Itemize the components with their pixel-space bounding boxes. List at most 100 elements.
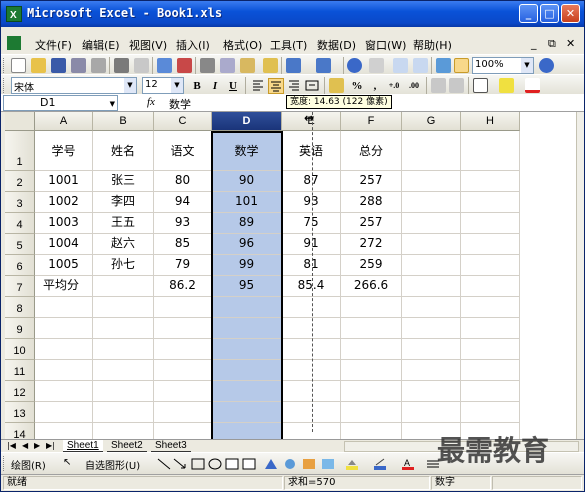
fill-color-icon[interactable]	[499, 78, 514, 93]
cell-d3[interactable]: 101	[212, 192, 282, 213]
cell-f10[interactable]	[341, 339, 402, 360]
toolbar-grip[interactable]	[3, 456, 6, 471]
column-header-c[interactable]: C	[154, 112, 212, 131]
cell-f12[interactable]	[341, 381, 402, 402]
cell-c6[interactable]: 79	[154, 255, 212, 276]
cell-g4[interactable]	[402, 213, 461, 234]
cell-h5[interactable]	[461, 234, 520, 255]
cell-f6[interactable]: 259	[341, 255, 402, 276]
cell-b1[interactable]: 姓名	[93, 131, 154, 171]
workbook-icon[interactable]	[7, 36, 21, 50]
cell-e11[interactable]	[282, 360, 341, 381]
line-color-icon[interactable]	[373, 458, 387, 470]
name-box[interactable]: D1 ▼	[3, 95, 118, 111]
cell-h2[interactable]	[461, 171, 520, 192]
menu-edit[interactable]: 编辑(E)	[82, 37, 120, 53]
cell-b11[interactable]	[93, 360, 154, 381]
tab-sheet3[interactable]: Sheet3	[151, 440, 191, 452]
cell-f7[interactable]: 266.6	[341, 276, 402, 297]
cell-e8[interactable]	[282, 297, 341, 318]
menu-data[interactable]: 数据(D)	[317, 37, 356, 53]
cell-c4[interactable]: 93	[154, 213, 212, 234]
cell-c10[interactable]	[154, 339, 212, 360]
cell-h11[interactable]	[461, 360, 520, 381]
align-center-icon[interactable]	[268, 78, 284, 94]
cell-g10[interactable]	[402, 339, 461, 360]
cell-a14[interactable]	[35, 423, 93, 439]
next-sheet-icon[interactable]: ▶	[34, 441, 40, 450]
close-button[interactable]: ✕	[561, 4, 580, 23]
cell-h7[interactable]	[461, 276, 520, 297]
chevron-down-icon[interactable]: ▼	[124, 78, 136, 93]
cell-d11[interactable]	[212, 360, 282, 381]
cell-d7[interactable]: 95	[212, 276, 282, 297]
cell-e12[interactable]	[282, 381, 341, 402]
spelling-icon[interactable]	[157, 58, 172, 73]
row-header-4[interactable]: 4	[5, 213, 35, 234]
cell-h13[interactable]	[461, 402, 520, 423]
cell-f8[interactable]	[341, 297, 402, 318]
cell-b14[interactable]	[93, 423, 154, 439]
cell-b3[interactable]: 李四	[93, 192, 154, 213]
column-header-d[interactable]: D	[212, 112, 282, 131]
redo-icon[interactable]	[316, 58, 331, 73]
print-icon[interactable]	[114, 58, 129, 73]
column-header-b[interactable]: B	[93, 112, 154, 131]
cell-e1[interactable]: 英语	[282, 131, 341, 171]
formula-input[interactable]: 数学	[169, 96, 191, 112]
cell-f1[interactable]: 总分	[341, 131, 402, 171]
cell-b12[interactable]	[93, 381, 154, 402]
cell-c14[interactable]	[154, 423, 212, 439]
cell-g1[interactable]	[402, 131, 461, 171]
cell-a11[interactable]	[35, 360, 93, 381]
cell-e13[interactable]	[282, 402, 341, 423]
last-sheet-icon[interactable]: ▶|	[46, 441, 55, 450]
draw-menu-button[interactable]: 绘图(R)	[11, 457, 46, 472]
cell-f3[interactable]: 288	[341, 192, 402, 213]
row-header-8[interactable]: 8	[5, 297, 35, 318]
cell-b4[interactable]: 王五	[93, 213, 154, 234]
first-sheet-icon[interactable]: |◀	[7, 441, 16, 450]
cell-e7[interactable]: 85.4	[282, 276, 341, 297]
row-header-5[interactable]: 5	[5, 234, 35, 255]
cell-d5[interactable]: 96	[212, 234, 282, 255]
cell-a12[interactable]	[35, 381, 93, 402]
cell-b7[interactable]	[93, 276, 154, 297]
cell-f13[interactable]	[341, 402, 402, 423]
row-header-13[interactable]: 13	[5, 402, 35, 423]
column-header-g[interactable]: G	[402, 112, 461, 131]
row-header-11[interactable]: 11	[5, 360, 35, 381]
font-color-icon[interactable]: A	[401, 458, 415, 470]
cell-g3[interactable]	[402, 192, 461, 213]
permission-icon[interactable]	[71, 58, 86, 73]
vertical-textbox-icon[interactable]	[242, 458, 256, 470]
menu-view[interactable]: 视图(V)	[129, 37, 167, 53]
decrease-indent-icon[interactable]	[431, 78, 446, 93]
decrease-decimal-button[interactable]: .00	[405, 78, 423, 94]
column-header-h[interactable]: H	[461, 112, 520, 131]
sort-descending-icon[interactable]	[413, 58, 428, 73]
borders-icon[interactable]	[473, 78, 488, 93]
autosum-icon[interactable]	[369, 58, 384, 73]
cell-g5[interactable]	[402, 234, 461, 255]
fill-color-icon[interactable]	[345, 458, 359, 470]
vertical-scrollbar[interactable]	[576, 112, 584, 439]
save-icon[interactable]	[51, 58, 66, 73]
font-size-select[interactable]: 12 ▼	[142, 77, 184, 94]
cell-c8[interactable]	[154, 297, 212, 318]
cell-d9[interactable]	[212, 318, 282, 339]
menu-help[interactable]: 帮助(H)	[413, 37, 452, 53]
underline-button[interactable]: U	[225, 78, 241, 94]
cell-c12[interactable]	[154, 381, 212, 402]
paste-icon[interactable]	[240, 58, 255, 73]
doc-close-button[interactable]: ✕	[566, 37, 575, 50]
cell-h6[interactable]	[461, 255, 520, 276]
cell-d13[interactable]	[212, 402, 282, 423]
cell-b13[interactable]	[93, 402, 154, 423]
menu-format[interactable]: 格式(O)	[223, 37, 262, 53]
research-icon[interactable]	[177, 58, 192, 73]
line-icon[interactable]	[157, 458, 171, 470]
rectangle-icon[interactable]	[191, 458, 205, 470]
menu-insert[interactable]: 插入(I)	[176, 37, 210, 53]
cell-a7[interactable]: 平均分	[35, 276, 93, 297]
